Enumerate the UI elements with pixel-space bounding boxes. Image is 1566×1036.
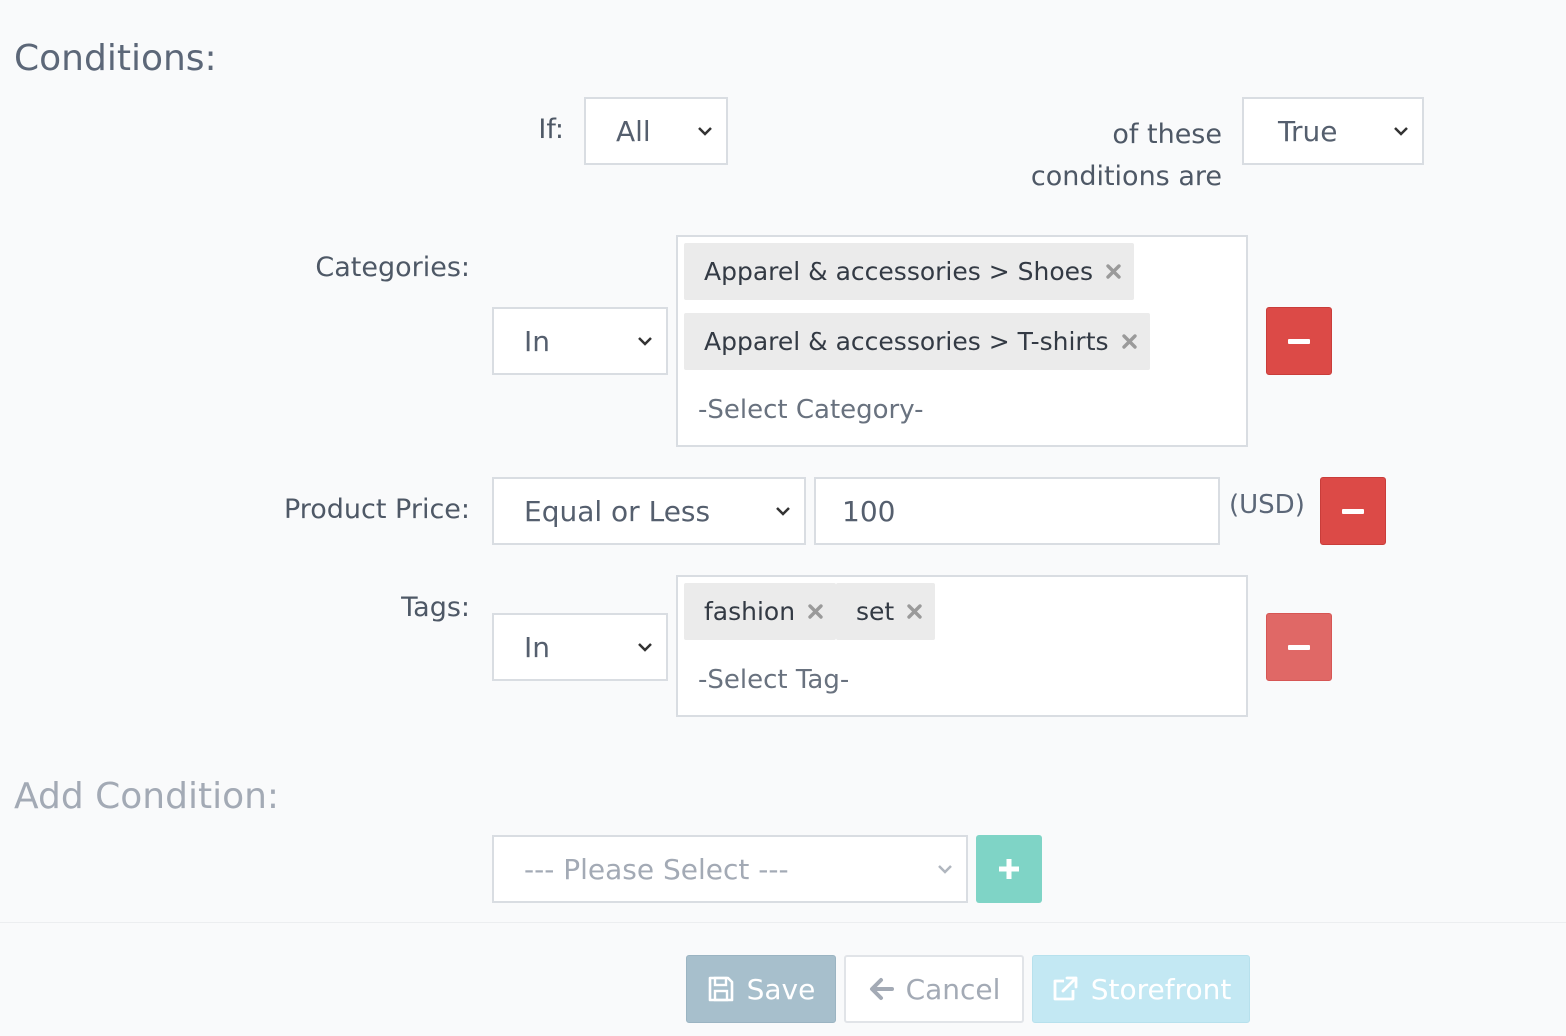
currency-label: (USD): [1229, 490, 1305, 520]
times-icon[interactable]: [906, 603, 923, 620]
truth-select[interactable]: True: [1242, 97, 1424, 165]
times-icon[interactable]: [1121, 333, 1138, 350]
chevron-down-icon: [776, 507, 790, 516]
category-chip-label: Apparel & accessories > Shoes: [704, 257, 1094, 286]
product-price-label: Product Price:: [283, 494, 470, 525]
if-label: If:: [538, 114, 564, 145]
tags-multiselect[interactable]: fashion set -Select Tag-: [676, 575, 1248, 717]
tags-label: Tags:: [401, 592, 470, 623]
storefront-button[interactable]: Storefront: [1032, 955, 1250, 1023]
add-condition-heading: Add Condition:: [14, 776, 280, 817]
category-chip: Apparel & accessories > T-shirts: [684, 313, 1150, 370]
chevron-down-icon: [1394, 127, 1408, 136]
tag-chip: set: [836, 583, 936, 640]
minus-icon: [1342, 508, 1364, 514]
tag-chip-label: fashion: [704, 597, 796, 626]
minus-icon: [1288, 338, 1310, 344]
remove-categories-button[interactable]: [1266, 307, 1332, 375]
cancel-button[interactable]: Cancel: [844, 955, 1024, 1023]
categories-operator-select[interactable]: In: [492, 307, 668, 375]
external-link-icon: [1053, 976, 1078, 1001]
price-value-input[interactable]: 100: [814, 477, 1220, 545]
minus-icon: [1288, 644, 1310, 650]
tag-chip-label: set: [856, 597, 895, 626]
category-chip: Apparel & accessories > Shoes: [684, 243, 1135, 300]
categories-label: Categories:: [315, 252, 470, 283]
add-condition-button[interactable]: [976, 835, 1042, 903]
add-condition-select[interactable]: --- Please Select ---: [492, 835, 968, 903]
tag-chip: fashion: [684, 583, 837, 640]
chevron-down-icon: [938, 865, 952, 874]
conditions-are-text: conditions are: [1030, 161, 1222, 192]
storefront-button-label: Storefront: [1090, 972, 1232, 1006]
tags-operator-value: In: [524, 630, 551, 664]
categories-multiselect[interactable]: Apparel & accessories > Shoes Apparel & …: [676, 235, 1248, 447]
plus-icon: [999, 859, 1019, 879]
arrow-left-icon: [869, 978, 894, 1000]
of-these-conditions-label: of these conditions are: [960, 114, 1222, 198]
truth-value: True: [1278, 114, 1338, 148]
times-icon[interactable]: [807, 603, 824, 620]
chevron-down-icon: [698, 127, 712, 136]
save-button[interactable]: Save: [686, 955, 836, 1023]
category-search-input[interactable]: -Select Category-: [698, 395, 924, 425]
categories-operator-value: In: [524, 324, 551, 358]
tags-operator-select[interactable]: In: [492, 613, 668, 681]
match-type-select[interactable]: All: [584, 97, 728, 165]
save-button-label: Save: [746, 972, 816, 1006]
chevron-down-icon: [638, 337, 652, 346]
price-operator-value: Equal or Less: [524, 494, 711, 528]
remove-tags-button[interactable]: [1266, 613, 1332, 681]
of-these-text: of these: [1112, 119, 1222, 150]
remove-price-button[interactable]: [1320, 477, 1386, 545]
floppy-disk-icon: [708, 976, 733, 1002]
times-icon[interactable]: [1105, 263, 1122, 280]
match-type-value: All: [616, 114, 651, 148]
chevron-down-icon: [638, 643, 652, 652]
price-operator-select[interactable]: Equal or Less: [492, 477, 806, 545]
tag-search-input[interactable]: -Select Tag-: [698, 665, 849, 695]
add-condition-placeholder: --- Please Select ---: [524, 852, 789, 886]
category-chip-label: Apparel & accessories > T-shirts: [704, 327, 1109, 356]
conditions-heading: Conditions:: [14, 38, 217, 79]
cancel-button-label: Cancel: [905, 972, 1001, 1006]
form-divider: [0, 922, 1566, 923]
